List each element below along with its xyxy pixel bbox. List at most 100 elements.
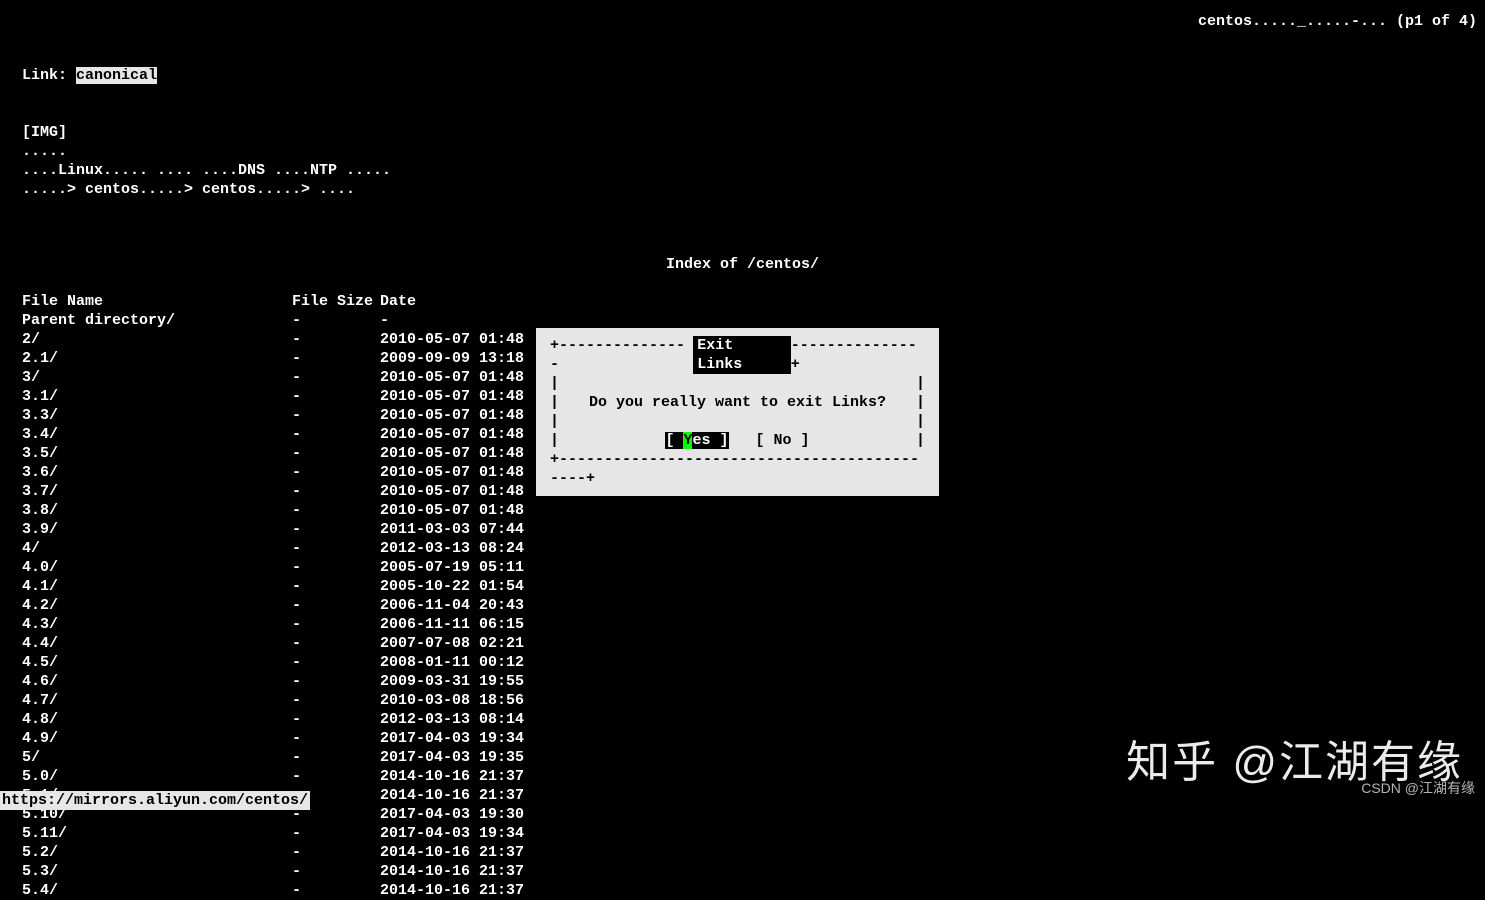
table-row[interactable]: 4.5/-2008-01-11 00:12 <box>22 653 1485 672</box>
header-date: Date <box>380 292 416 311</box>
watermark-csdn: CSDN @江湖有缘 <box>1361 779 1475 798</box>
cell-file-size: - <box>292 330 380 349</box>
cell-file-size: - <box>292 615 380 634</box>
cell-date: 2011-03-03 07:44 <box>380 520 524 539</box>
cell-date: 2017-04-03 19:30 <box>380 805 524 824</box>
cell-date: - <box>380 311 389 330</box>
cell-file-name: 5.4/ <box>22 881 292 900</box>
table-row[interactable]: 5.11/-2017-04-03 19:34 <box>22 824 1485 843</box>
cell-file-name: 5.11/ <box>22 824 292 843</box>
cell-file-size: - <box>292 748 380 767</box>
cell-date: 2010-05-07 01:48 <box>380 406 524 425</box>
current-link-line: Link: canonical <box>22 66 1485 85</box>
cell-file-name: 4/ <box>22 539 292 558</box>
page-title: Index of /centos/ <box>0 255 1485 274</box>
cell-file-name: 4.4/ <box>22 634 292 653</box>
table-row[interactable]: 4.1/-2005-10-22 01:54 <box>22 577 1485 596</box>
dialog-title: Exit Links <box>693 336 791 374</box>
table-row[interactable]: 5.3/-2014-10-16 21:37 <box>22 862 1485 881</box>
cell-file-name: 5/ <box>22 748 292 767</box>
table-row[interactable]: 5.4/-2014-10-16 21:37 <box>22 881 1485 900</box>
cell-file-size: - <box>292 539 380 558</box>
table-row[interactable]: 4.4/-2007-07-08 02:21 <box>22 634 1485 653</box>
cell-file-name: 5.2/ <box>22 843 292 862</box>
cell-file-name: 3/ <box>22 368 292 387</box>
cell-file-name: 3.4/ <box>22 425 292 444</box>
cell-date: 2010-05-07 01:48 <box>380 368 524 387</box>
cell-file-name: 4.3/ <box>22 615 292 634</box>
cell-file-size: - <box>292 463 380 482</box>
cell-file-size: - <box>292 482 380 501</box>
dialog-border-top: +--------------- Exit Links ------------… <box>536 336 939 374</box>
cell-date: 2005-07-19 05:11 <box>380 558 524 577</box>
cell-file-size: - <box>292 710 380 729</box>
cell-file-size: - <box>292 634 380 653</box>
cell-file-name: 4.6/ <box>22 672 292 691</box>
cell-file-size: - <box>292 558 380 577</box>
table-row[interactable]: 3.8/-2010-05-07 01:48 <box>22 501 1485 520</box>
watermark-zhihu: 知乎 @江湖有缘 <box>1126 753 1463 772</box>
dialog-border-bottom: +---------------------------------------… <box>536 450 939 488</box>
cell-file-name: 3.8/ <box>22 501 292 520</box>
cell-date: 2006-11-04 20:43 <box>380 596 524 615</box>
cell-date: 2017-04-03 19:35 <box>380 748 524 767</box>
cell-file-size: - <box>292 501 380 520</box>
cell-date: 2009-09-09 13:18 <box>380 349 524 368</box>
yes-button[interactable]: [ Yes ] <box>665 432 728 449</box>
cell-date: 2010-05-07 01:48 <box>380 387 524 406</box>
cell-file-name: 3.5/ <box>22 444 292 463</box>
header-file-name: File Name <box>22 292 292 311</box>
cell-date: 2014-10-16 21:37 <box>380 881 524 900</box>
cell-file-name: 5.0/ <box>22 767 292 786</box>
table-row[interactable]: 4.8/-2012-03-13 08:14 <box>22 710 1485 729</box>
cell-file-name: 2/ <box>22 330 292 349</box>
cell-file-size: - <box>292 444 380 463</box>
cell-date: 2014-10-16 21:37 <box>380 862 524 881</box>
cell-date: 2010-05-07 01:48 <box>380 444 524 463</box>
table-row[interactable]: 3.9/-2011-03-03 07:44 <box>22 520 1485 539</box>
table-row[interactable]: 4.2/-2006-11-04 20:43 <box>22 596 1485 615</box>
header-file-size: File Size <box>292 292 380 311</box>
cell-date: 2009-03-31 19:55 <box>380 672 524 691</box>
dialog-message-row: |Do you really want to exit Links?| <box>536 393 939 412</box>
dialog-spacer: || <box>536 412 939 431</box>
cell-file-size: - <box>292 729 380 748</box>
cell-file-name: 3.6/ <box>22 463 292 482</box>
table-row[interactable]: 4/-2012-03-13 08:24 <box>22 539 1485 558</box>
cell-file-size: - <box>292 577 380 596</box>
cell-date: 2010-05-07 01:48 <box>380 482 524 501</box>
cell-file-size: - <box>292 406 380 425</box>
cell-file-size: - <box>292 311 380 330</box>
cell-file-size: - <box>292 824 380 843</box>
cell-date: 2010-05-07 01:48 <box>380 463 524 482</box>
cell-date: 2010-03-08 18:56 <box>380 691 524 710</box>
table-row[interactable]: 4.6/-2009-03-31 19:55 <box>22 672 1485 691</box>
table-row[interactable]: 5.2/-2014-10-16 21:37 <box>22 843 1485 862</box>
table-row[interactable]: 4.7/-2010-03-08 18:56 <box>22 691 1485 710</box>
cell-date: 2017-04-03 19:34 <box>380 824 524 843</box>
cell-file-size: - <box>292 596 380 615</box>
table-row[interactable]: 4.0/-2005-07-19 05:11 <box>22 558 1485 577</box>
cell-file-name: 3.3/ <box>22 406 292 425</box>
status-bar-url: https://mirrors.aliyun.com/centos/ <box>0 791 310 810</box>
cell-date: 2005-10-22 01:54 <box>380 577 524 596</box>
cell-file-name: 3.1/ <box>22 387 292 406</box>
cell-file-size: - <box>292 368 380 387</box>
no-button[interactable]: [ No ] <box>756 432 810 449</box>
cell-date: 2014-10-16 21:37 <box>380 767 524 786</box>
link-label: Link: <box>22 67 76 84</box>
page-position-indicator: centos....._.....-... (p1 of 4) <box>1198 12 1477 31</box>
table-row[interactable]: 4.3/-2006-11-11 06:15 <box>22 615 1485 634</box>
cell-file-name: 4.1/ <box>22 577 292 596</box>
selected-link[interactable]: canonical <box>76 67 157 84</box>
cell-file-size: - <box>292 862 380 881</box>
cell-file-size: - <box>292 653 380 672</box>
cell-file-size: - <box>292 387 380 406</box>
cell-file-name: 4.7/ <box>22 691 292 710</box>
cell-file-name: 2.1/ <box>22 349 292 368</box>
dialog-message: Do you really want to exit Links? <box>559 393 916 412</box>
cell-file-name: Parent directory/ <box>22 311 292 330</box>
cell-file-name: 3.7/ <box>22 482 292 501</box>
table-header-row: File Name File Size Date <box>22 292 1485 311</box>
cell-date: 2006-11-11 06:15 <box>380 615 524 634</box>
